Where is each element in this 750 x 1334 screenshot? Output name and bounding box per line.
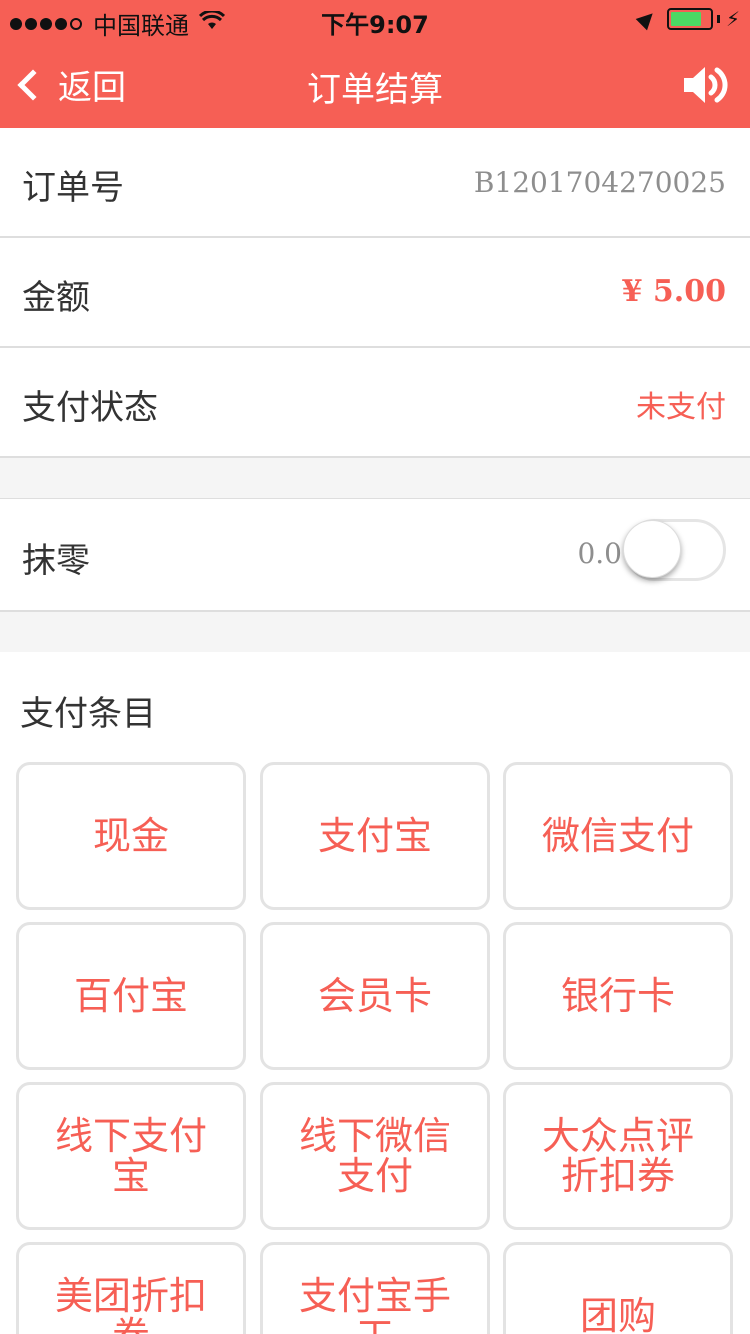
- location-arrow-icon: [635, 7, 659, 31]
- pay-button-wechat-pay[interactable]: 微信支付: [503, 762, 733, 910]
- pay-button-group-buy[interactable]: 团购: [503, 1242, 733, 1334]
- rounding-toggle[interactable]: [623, 519, 726, 581]
- pay-button-offline-alipay[interactable]: 线下支付宝: [16, 1082, 246, 1230]
- pay-button-alipay[interactable]: 支付宝: [260, 762, 490, 910]
- status-time: 下午9:07: [321, 11, 429, 39]
- navigation-bar: 返回 订单结算: [0, 40, 750, 128]
- charging-bolt-icon: ⚡: [725, 7, 740, 31]
- amount-row: 金额 ¥ 5.00: [0, 238, 750, 348]
- payment-status-label: 支付状态: [22, 388, 158, 428]
- pay-button-cash[interactable]: 现金: [16, 762, 246, 910]
- payment-status-value: 未支付: [636, 390, 726, 425]
- order-number-label: 订单号: [22, 168, 124, 208]
- battery-icon: [666, 8, 713, 30]
- speaker-icon[interactable]: [680, 60, 730, 110]
- pay-button-alipay-manual[interactable]: 支付宝手工: [260, 1242, 490, 1334]
- battery-tip: [716, 15, 720, 23]
- rounding-row: 抹零 0.0: [0, 498, 750, 612]
- payment-status-row: 支付状态 未支付: [0, 348, 750, 458]
- pay-button-meituan-coupon[interactable]: 美团折扣券: [16, 1242, 246, 1334]
- status-bar: 中国联通 下午9:07 ⚡: [0, 0, 750, 40]
- pay-button-baifubao[interactable]: 百付宝: [16, 922, 246, 1070]
- payment-items-title: 支付条目: [20, 694, 156, 734]
- order-number-row: 订单号 B1201704270025: [0, 128, 750, 238]
- pay-button-offline-wechat[interactable]: 线下微信支付: [260, 1082, 490, 1230]
- rounding-value: 0.0: [577, 537, 622, 570]
- pay-button-dianping-coupon[interactable]: 大众点评折扣券: [503, 1082, 733, 1230]
- page-title: 订单结算: [307, 70, 443, 110]
- pay-button-bank-card[interactable]: 银行卡: [503, 922, 733, 1070]
- payment-items-panel: 支付条目 现金 支付宝 微信支付 百付宝 会员卡 银行卡 线下支付宝 线下微信支…: [0, 652, 750, 1334]
- rounding-label: 抹零: [22, 541, 90, 581]
- toggle-knob: [623, 520, 681, 578]
- status-right: ⚡: [635, 7, 740, 31]
- order-number-value: B1201704270025: [473, 166, 726, 199]
- pay-button-member-card[interactable]: 会员卡: [260, 922, 490, 1070]
- amount-value: ¥ 5.00: [621, 274, 726, 309]
- amount-label: 金额: [22, 278, 90, 318]
